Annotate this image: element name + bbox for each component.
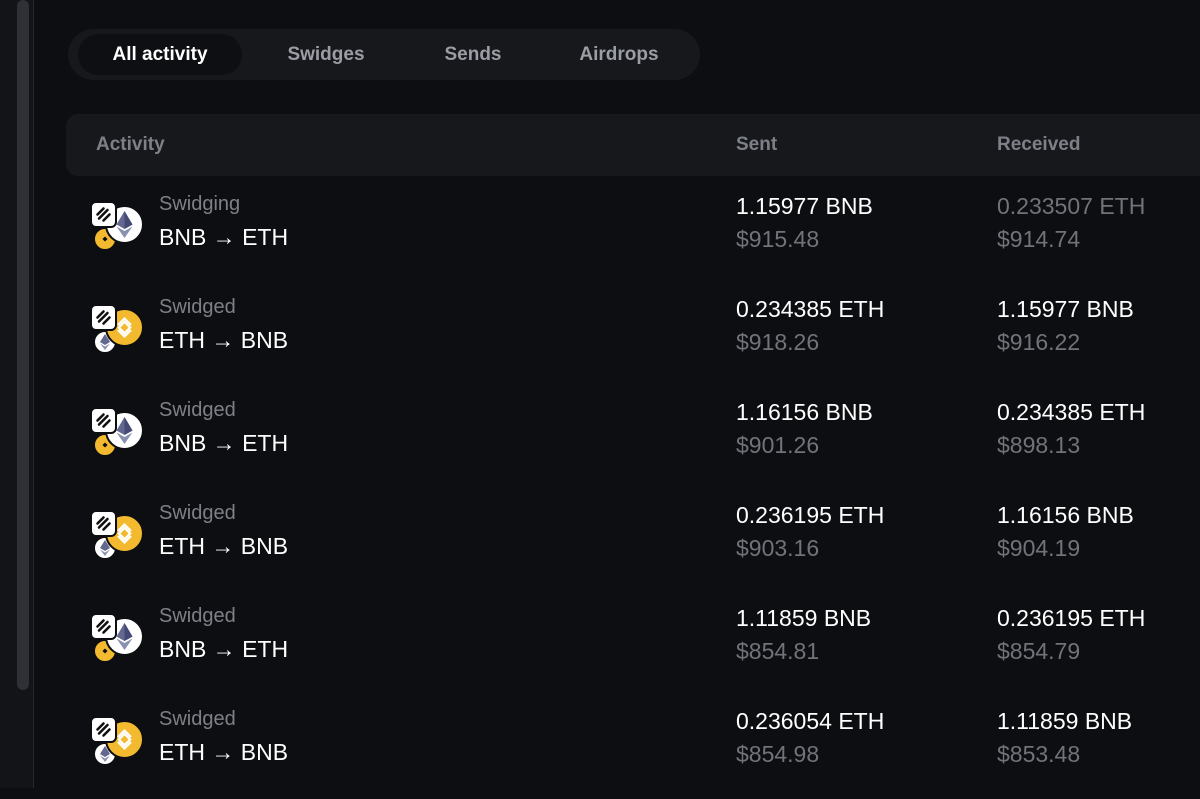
swap-pair-icon	[90, 613, 144, 665]
received-amount: 1.11859 BNB	[997, 708, 1133, 734]
received-usd-value: $854.79	[997, 638, 1081, 664]
received-amount: 0.233507 ETH	[997, 193, 1146, 219]
column-header-received: Received	[997, 134, 1081, 155]
swap-pair-icon	[90, 201, 144, 253]
activity-pair: BNB → ETH	[159, 636, 289, 662]
received-amount: 0.236195 ETH	[997, 605, 1146, 631]
sent-amount: 0.236195 ETH	[736, 502, 885, 528]
sent-amount: 1.11859 BNB	[736, 605, 872, 631]
activity-status: Swidged	[159, 399, 236, 421]
sent-usd-value: $854.98	[736, 741, 820, 767]
activity-status: Swidged	[159, 605, 236, 627]
tab-airdrops[interactable]: Airdrops	[554, 34, 684, 75]
received-amount: 1.15977 BNB	[997, 296, 1134, 322]
tab-sends[interactable]: Sends	[415, 34, 531, 75]
swidge-logo-icon	[90, 716, 117, 743]
table-row[interactable]: Swidged ETH → BNB 0.236195 ETH $903.16 1…	[66, 490, 1200, 593]
activity-status: Swidged	[159, 502, 236, 524]
sent-usd-value: $901.26	[736, 432, 820, 458]
activity-pair: BNB → ETH	[159, 224, 289, 250]
swap-pair-icon	[90, 304, 144, 356]
swidge-logo-icon	[90, 407, 117, 434]
received-usd-value: $898.13	[997, 432, 1081, 458]
sent-amount: 0.234385 ETH	[736, 296, 885, 322]
activity-pair: BNB → ETH	[159, 430, 289, 456]
activity-status: Swidged	[159, 708, 236, 730]
table-row[interactable]: Swidged ETH → BNB 0.236054 ETH $854.98 1…	[66, 696, 1200, 799]
activity-filter-tabs: All activity Swidges Sends Airdrops	[68, 29, 700, 80]
activity-pair: ETH → BNB	[159, 533, 289, 559]
swap-pair-icon	[90, 510, 144, 562]
received-usd-value: $914.74	[997, 226, 1081, 252]
table-row[interactable]: Swidging BNB → ETH 1.15977 BNB $915.48 0…	[66, 181, 1200, 284]
tab-swidges[interactable]: Swidges	[260, 34, 392, 75]
sent-usd-value: $918.26	[736, 329, 820, 355]
activity-table-header: Activity Sent Received	[66, 114, 1200, 176]
column-header-activity: Activity	[96, 134, 165, 155]
activity-pair: ETH → BNB	[159, 327, 289, 353]
received-amount: 0.234385 ETH	[997, 399, 1146, 425]
sent-usd-value: $903.16	[736, 535, 820, 561]
swidge-logo-icon	[90, 510, 117, 537]
swidge-logo-icon	[90, 201, 117, 228]
received-amount: 1.16156 BNB	[997, 502, 1134, 528]
panel-divider	[33, 0, 34, 788]
tab-all-activity[interactable]: All activity	[78, 34, 242, 75]
sent-amount: 1.15977 BNB	[736, 193, 873, 219]
sent-amount: 0.236054 ETH	[736, 708, 885, 734]
received-usd-value: $853.48	[997, 741, 1081, 767]
sent-usd-value: $854.81	[736, 638, 820, 664]
sent-amount: 1.16156 BNB	[736, 399, 873, 425]
swap-pair-icon	[90, 407, 144, 459]
activity-pair: ETH → BNB	[159, 739, 289, 765]
swidge-logo-icon	[90, 304, 117, 331]
activity-status: Swidging	[159, 193, 241, 215]
column-header-sent: Sent	[736, 134, 778, 155]
sent-usd-value: $915.48	[736, 226, 820, 252]
swap-pair-icon	[90, 716, 144, 768]
received-usd-value: $904.19	[997, 535, 1081, 561]
activity-status: Swidged	[159, 296, 236, 318]
table-row[interactable]: Swidged BNB → ETH 1.16156 BNB $901.26 0.…	[66, 387, 1200, 490]
swidge-logo-icon	[90, 613, 117, 640]
table-row[interactable]: Swidged BNB → ETH 1.11859 BNB $854.81 0.…	[66, 593, 1200, 696]
table-row[interactable]: Swidged ETH → BNB 0.234385 ETH $918.26 1…	[66, 284, 1200, 387]
scrollbar-thumb[interactable]	[17, 0, 29, 690]
received-usd-value: $916.22	[997, 329, 1081, 355]
